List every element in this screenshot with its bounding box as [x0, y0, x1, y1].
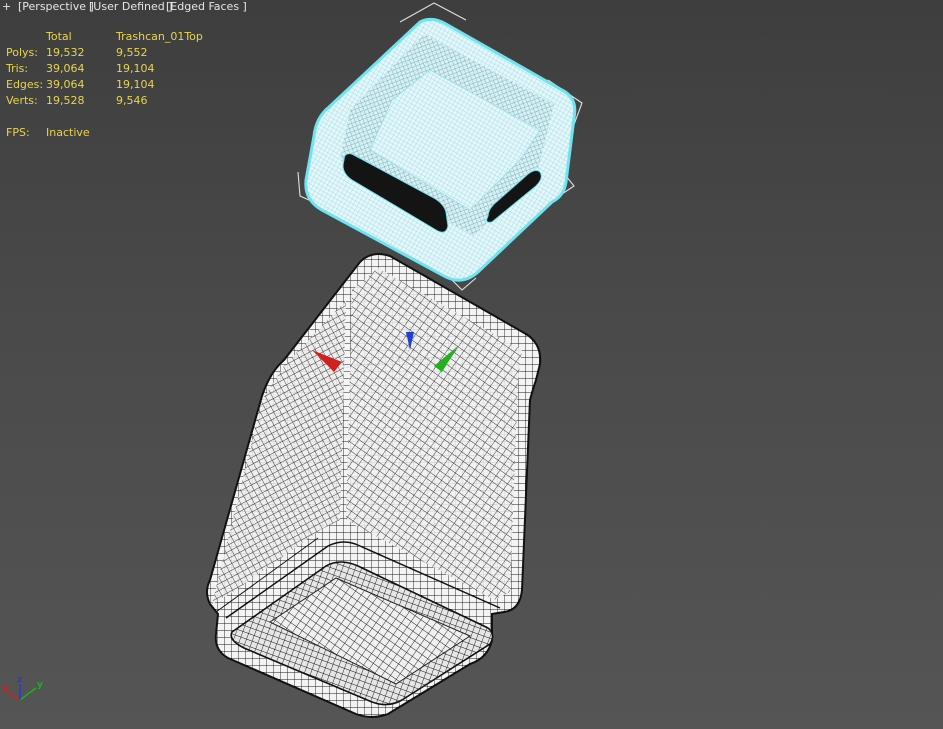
viewport-menu-perspective[interactable]: [Perspective ] [18, 0, 94, 14]
trashcan-body-mesh[interactable] [206, 253, 542, 718]
viewport-menu-edged-faces[interactable]: [Edged Faces ] [166, 0, 247, 14]
stats-total: 39,064 [46, 78, 85, 91]
viewport-statistics: Total Trashcan_01Top Polys: 19,532 9,552… [6, 29, 246, 149]
stats-label: Tris: [6, 62, 29, 75]
viewport-menu-user-defined[interactable]: [User Defined ] [89, 0, 173, 14]
stats-label: Edges: [6, 78, 44, 91]
perspective-viewport[interactable]: + [Perspective ] [User Defined ] [Edged … [0, 0, 943, 729]
stats-total: 39,064 [46, 62, 85, 75]
stats-total: 19,532 [46, 46, 85, 59]
stats-label: Polys: [6, 46, 38, 59]
stats-selected: 19,104 [116, 78, 155, 91]
stats-selected: 19,104 [116, 62, 155, 75]
stats-selected: 9,552 [116, 46, 148, 59]
fps-label: FPS: [6, 126, 30, 139]
axis-z-label: z [17, 675, 23, 685]
fps-value: Inactive [46, 126, 90, 139]
trashcan-lid-mesh[interactable] [297, 2, 583, 291]
stats-label: Verts: [6, 94, 38, 107]
axis-tripod [7, 684, 37, 701]
stats-selected: 9,546 [116, 94, 148, 107]
stats-total: 19,528 [46, 94, 85, 107]
stats-header-total: Total [46, 30, 72, 43]
stats-header-selected: Trashcan_01Top [116, 30, 203, 43]
axis-x-label: x [2, 684, 8, 694]
viewport-menu-plus[interactable]: + [2, 0, 11, 14]
axis-y-label: y [37, 680, 43, 690]
